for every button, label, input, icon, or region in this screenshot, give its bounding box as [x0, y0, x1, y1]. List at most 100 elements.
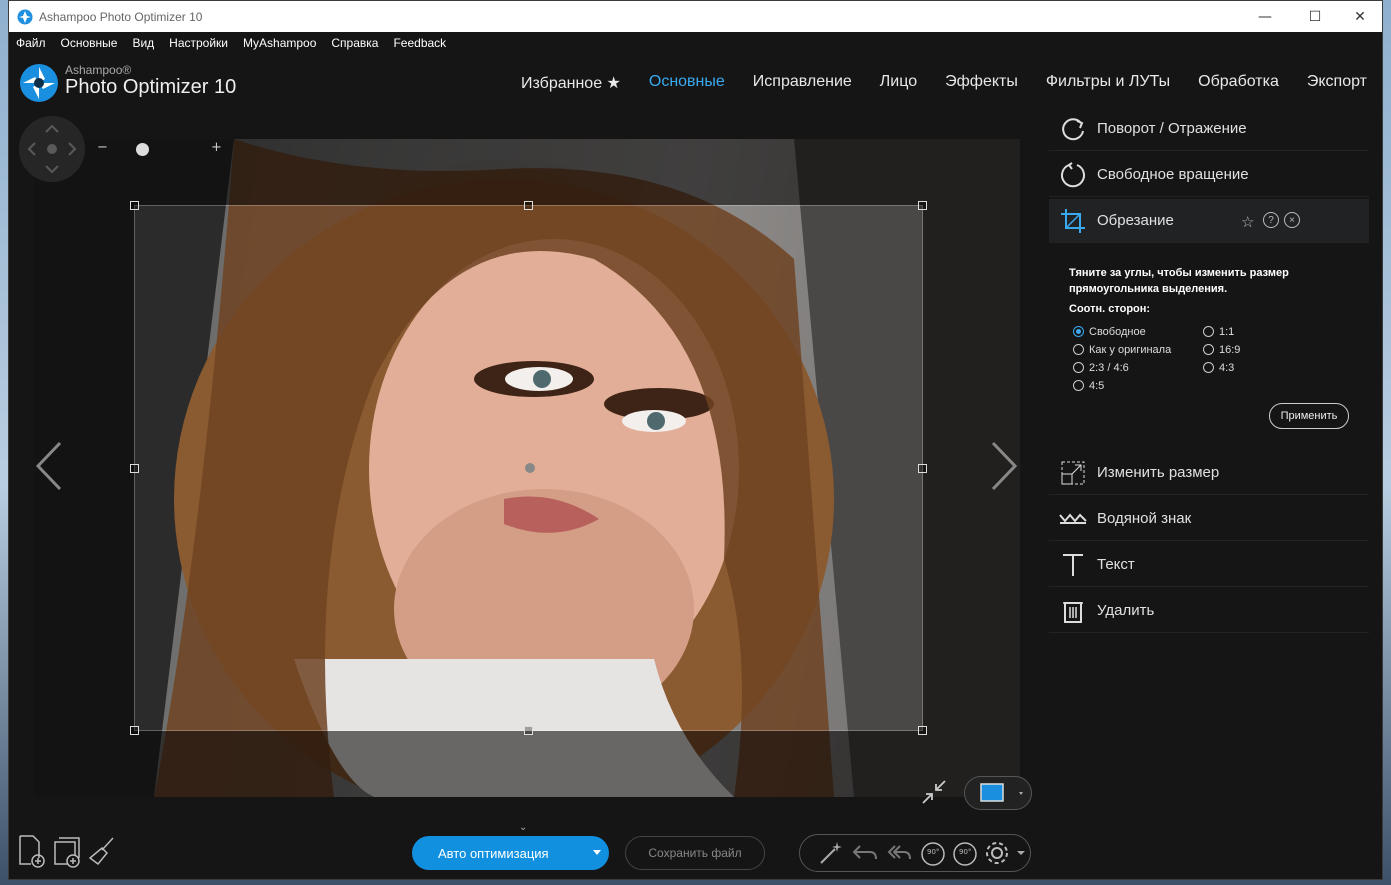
tool-rotate-flip[interactable]: Поворот / Отражение — [1049, 107, 1369, 151]
crop-settings: Тяните за углы, чтобы изменить размер пр… — [1069, 265, 1359, 392]
tab-correction[interactable]: Исправление — [753, 73, 852, 93]
option-label: 1:1 — [1219, 326, 1235, 338]
menu-view[interactable]: Вид — [132, 36, 154, 56]
magic-wand-icon[interactable] — [816, 835, 846, 871]
crop-handle-top[interactable] — [524, 201, 533, 210]
single-view-icon — [980, 783, 1004, 802]
crop-handle-top-right[interactable] — [918, 201, 927, 210]
tool-delete[interactable]: Удалить — [1049, 589, 1369, 633]
tab-processing[interactable]: Обработка — [1198, 73, 1279, 93]
text-icon — [1063, 553, 1083, 576]
tab-basic[interactable]: Основные — [649, 73, 725, 93]
ratio-original-option[interactable]: Как у оригинала — [1073, 344, 1171, 356]
menu-file[interactable]: Файл — [16, 36, 46, 56]
tab-effects[interactable]: Эффекты — [945, 73, 1018, 93]
crop-rectangle[interactable] — [130, 201, 927, 735]
zoom-plus[interactable]: + — [211, 140, 222, 155]
clear-brush-icon[interactable] — [87, 834, 117, 868]
tool-label: Удалить — [1097, 602, 1155, 619]
radio-button[interactable] — [1203, 362, 1214, 373]
expand-chevron-icon[interactable]: ⌄ — [519, 822, 527, 833]
radio-button[interactable] — [1203, 326, 1214, 337]
tool-free-rotate[interactable]: Свободное вращение — [1049, 153, 1369, 197]
radio-button[interactable] — [1203, 344, 1214, 355]
auto-optimize-button[interactable]: Авто оптимизация — [412, 836, 609, 870]
tool-crop[interactable]: Обрезание ☆ ? × — [1049, 199, 1369, 243]
crop-handle-bottom[interactable] — [524, 726, 533, 735]
tool-label: Свободное вращение — [1097, 166, 1249, 183]
tool-label: Текст — [1097, 556, 1135, 573]
previous-image-arrow[interactable] — [34, 441, 64, 504]
option-label: Как у оригинала — [1089, 344, 1172, 356]
save-file-button[interactable]: Сохранить файл — [625, 836, 765, 870]
rotate-left-90-icon[interactable]: 90° — [918, 835, 948, 871]
menu-feedback[interactable]: Feedback — [393, 36, 446, 56]
help-icon[interactable]: ? — [1263, 212, 1279, 228]
next-image-arrow[interactable] — [989, 441, 1019, 504]
crop-handle-bottom-right[interactable] — [918, 726, 927, 735]
free-rotate-icon — [1061, 161, 1085, 187]
tool-label: Обрезание — [1097, 212, 1174, 229]
option-label: 4:5 — [1089, 380, 1105, 392]
tool-text[interactable]: Текст — [1049, 543, 1369, 587]
tool-label: Изменить размер — [1097, 464, 1220, 481]
title-bar: Ashampoo Photo Optimizer 10 — ☐ ✕ — [9, 1, 1382, 32]
brand-product: Photo Optimizer 10 — [65, 76, 237, 98]
tab-export[interactable]: Экспорт — [1307, 73, 1367, 93]
minimize-button[interactable]: — — [1242, 1, 1288, 32]
favorite-star-icon[interactable]: ☆ — [1241, 213, 1254, 231]
ratio-4-3-option[interactable]: 4:3 — [1203, 362, 1234, 374]
tab-face[interactable]: Лицо — [880, 73, 917, 93]
menu-basic[interactable]: Основные — [61, 36, 118, 56]
add-file-icon[interactable] — [17, 834, 47, 868]
radio-button[interactable] — [1073, 326, 1084, 337]
close-tool-icon[interactable]: × — [1284, 212, 1300, 228]
aperture-logo-icon — [20, 64, 58, 102]
zoom-knob[interactable] — [136, 143, 150, 156]
menu-settings[interactable]: Настройки — [169, 36, 228, 56]
tools-panel: Поворот / Отражение Свободное вращение О… — [1049, 107, 1369, 647]
menu-myashampoo[interactable]: MyAshampoo — [243, 36, 316, 56]
menu-bar: Файл Основные Вид Настройки MyAshampoo С… — [9, 36, 446, 56]
navigation-pad[interactable] — [19, 116, 85, 182]
undo-all-icon[interactable] — [884, 835, 914, 871]
crop-handle-right[interactable] — [918, 464, 927, 473]
ratio-free-option[interactable]: Свободное — [1073, 326, 1146, 338]
crop-handle-top-left[interactable] — [130, 201, 139, 210]
apply-button[interactable]: Применить — [1269, 403, 1349, 429]
ratio-2-3-option[interactable]: 2:3 / 4:6 — [1073, 362, 1129, 374]
trash-icon — [1063, 601, 1083, 623]
fit-to-window-icon[interactable] — [919, 777, 949, 807]
close-button[interactable]: ✕ — [1337, 1, 1382, 32]
crop-center-point[interactable] — [525, 463, 535, 473]
add-folder-icon[interactable] — [52, 834, 82, 868]
zoom-slider[interactable]: − + — [97, 140, 227, 157]
image-canvas[interactable] — [34, 139, 1020, 797]
rotate-flip-icon — [1062, 117, 1084, 140]
crop-handle-left[interactable] — [130, 464, 139, 473]
auto-optimize-label: Авто оптимизация — [438, 845, 549, 861]
crop-hint: Тяните за углы, чтобы изменить размер пр… — [1069, 267, 1289, 295]
ratio-4-5-option[interactable]: 4:5 — [1073, 380, 1104, 392]
menu-help[interactable]: Справка — [331, 36, 378, 56]
ratio-1-1-option[interactable]: 1:1 — [1203, 326, 1234, 338]
zoom-minus[interactable]: − — [97, 140, 108, 155]
tab-filters-luts[interactable]: Фильтры и ЛУТы — [1046, 73, 1170, 93]
auto-optimize-dropdown-icon[interactable] — [593, 850, 601, 855]
crop-handle-bottom-left[interactable] — [130, 726, 139, 735]
radio-button[interactable] — [1073, 344, 1084, 355]
tab-favorites[interactable]: Избранное ★ — [521, 73, 621, 93]
radio-button[interactable] — [1073, 362, 1084, 373]
tool-resize[interactable]: Изменить размер — [1049, 451, 1369, 495]
tool-label: Водяной знак — [1097, 510, 1192, 527]
tools-dropdown-icon[interactable] — [1012, 835, 1030, 871]
option-label: 2:3 / 4:6 — [1089, 362, 1129, 374]
radio-button[interactable] — [1073, 380, 1084, 391]
tool-watermark[interactable]: Водяной знак — [1049, 497, 1369, 541]
view-mode-button[interactable] — [964, 776, 1032, 810]
rotate-right-90-icon[interactable]: 90° — [950, 835, 980, 871]
undo-icon[interactable] — [850, 835, 880, 871]
ratio-16-9-option[interactable]: 16:9 — [1203, 344, 1240, 356]
maximize-button[interactable]: ☐ — [1292, 1, 1338, 32]
settings-gear-icon[interactable] — [982, 835, 1012, 871]
